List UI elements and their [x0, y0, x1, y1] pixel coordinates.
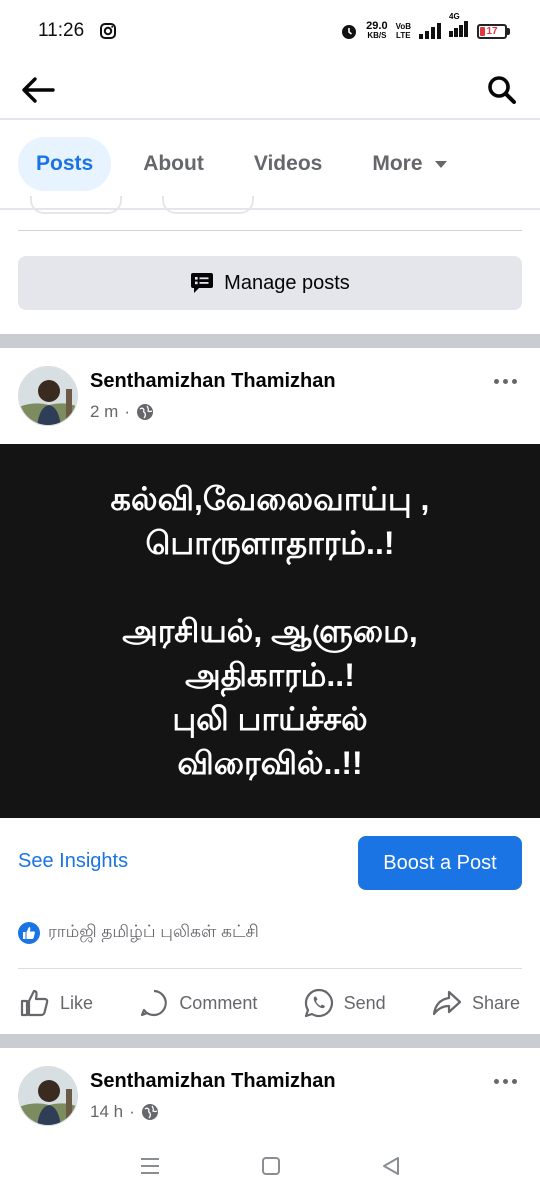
post-options-button[interactable] [494, 1074, 522, 1088]
home-square-icon[interactable] [261, 1156, 281, 1176]
boost-post-button[interactable]: Boost a Post [358, 836, 522, 890]
avatar[interactable] [18, 1066, 78, 1126]
tab-videos[interactable]: Videos [236, 137, 340, 191]
globe-icon [141, 1104, 158, 1120]
tab-about[interactable]: About [125, 137, 222, 191]
alarm-icon [342, 25, 357, 39]
system-nav-bar [0, 1144, 540, 1188]
arrow-left-icon [22, 77, 55, 103]
whatsapp-icon [304, 988, 333, 1018]
comment-button[interactable]: Comment [139, 988, 257, 1018]
post-author[interactable]: Senthamizhan Thamizhan [90, 370, 336, 393]
volte-indicator: VoB LTE [395, 22, 411, 40]
section-separator [0, 1034, 540, 1048]
post-author[interactable]: Senthamizhan Thamizhan [90, 1070, 336, 1093]
share-icon [432, 990, 462, 1016]
manage-posts-label: Manage posts [224, 271, 350, 294]
caret-down-icon [434, 160, 447, 168]
send-button[interactable]: Send [304, 988, 386, 1018]
app-top-bar [0, 62, 540, 118]
filter-chip[interactable] [162, 196, 254, 214]
image-text-line: அதிகாரம்..! [185, 657, 355, 693]
divider [18, 968, 522, 969]
post-header: Senthamizhan Thamizhan 14 h · [0, 1048, 540, 1128]
post-time[interactable]: 2 m [90, 402, 118, 422]
message-bubble-icon [191, 273, 214, 293]
image-text-line: பொருளாதாரம்..! [145, 525, 395, 561]
reactions-summary[interactable]: ராம்ஜி தமிழ்ப் புலிகள் கட்சி [18, 922, 259, 944]
post-meta: 2 m · [90, 402, 154, 422]
reactor-name: ராம்ஜி தமிழ்ப் புலிகள் கட்சி [48, 922, 259, 941]
search-icon [488, 76, 516, 104]
instagram-icon [100, 23, 117, 39]
image-text-line: விரைவில்..!! [177, 745, 363, 781]
status-time: 11:26 [38, 20, 85, 41]
network-speed: 29.0 KB/S [366, 20, 388, 41]
status-bar: 11:26 29.0 KB/S VoB LTE 4G 17 [0, 0, 540, 62]
image-text-line: அரசியல், ஆளுமை, [122, 613, 418, 649]
avatar[interactable] [18, 366, 78, 426]
like-button[interactable]: Like [20, 989, 93, 1017]
back-triangle-icon[interactable] [381, 1156, 401, 1176]
filter-chip[interactable] [30, 196, 122, 214]
tab-posts[interactable]: Posts [18, 137, 112, 191]
profile-tabs: Posts About Videos More [0, 120, 540, 208]
signal-4g-icon: 4G [449, 12, 469, 42]
image-text-line: புலி பாய்ச்சல் [172, 701, 368, 737]
post-meta: 14 h · [90, 1102, 159, 1122]
tab-more[interactable]: More [354, 137, 464, 191]
search-button[interactable] [482, 70, 522, 110]
manage-posts-button[interactable]: Manage posts [18, 256, 522, 310]
recents-menu-icon[interactable] [139, 1156, 161, 1176]
like-reaction-icon [18, 922, 40, 944]
insights-row: See Insights Boost a Post [0, 836, 540, 890]
globe-icon [137, 404, 154, 420]
post-time[interactable]: 14 h [90, 1102, 123, 1122]
share-button[interactable]: Share [432, 990, 520, 1016]
back-button[interactable] [18, 70, 58, 110]
post-actions: Like Comment Send Share [0, 982, 540, 1024]
signal-icon [419, 23, 441, 39]
post-header: Senthamizhan Thamizhan 2 m · [0, 348, 540, 428]
see-insights-link[interactable]: See Insights [18, 850, 128, 873]
divider [18, 230, 522, 231]
thumbs-up-icon [20, 989, 49, 1017]
battery-icon: 17 [477, 23, 510, 39]
comment-icon [141, 989, 168, 1017]
section-separator [0, 334, 540, 348]
post-options-button[interactable] [494, 374, 522, 388]
image-text-line: கல்வி,வேலைவாய்பு , [110, 481, 430, 517]
post-image[interactable]: கல்வி,வேலைவாய்பு , பொருளாதாரம்..! அரசியல… [0, 444, 540, 818]
